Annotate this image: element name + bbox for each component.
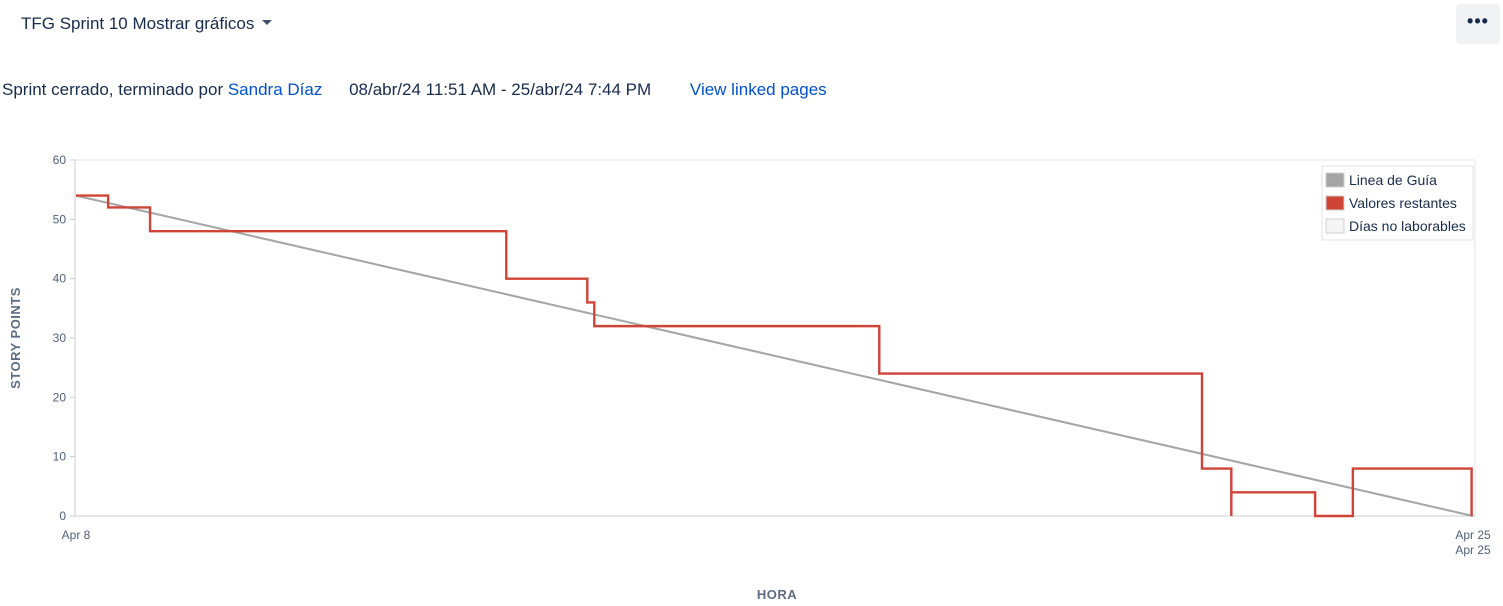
chevron-down-icon[interactable] (262, 19, 273, 25)
burndown-chart: 0 10 20 30 40 50 60 Apr 8 Apr 25 Apr 25 HORA S… (8, 153, 1491, 602)
y-tick-label: 10 (53, 450, 67, 464)
legend-label-remaining: Valores restantes (1349, 195, 1457, 211)
y-tick-label: 50 (53, 212, 67, 226)
x-tick-label-end: Apr 25 (1455, 528, 1491, 542)
plot-area (74, 159, 1476, 517)
legend-swatch-non-working (1325, 218, 1345, 234)
sprint-info: Sprint cerrado, terminado por Sandra Día… (2, 80, 827, 100)
legend-label-non-working: Días no laborables (1349, 218, 1466, 234)
y-axis-ticks: 0 10 20 30 40 50 60 (53, 153, 75, 523)
x-tick-sublabel-end: Apr 25 (1455, 543, 1491, 557)
y-tick-label: 0 (59, 509, 66, 523)
sprint-date-range: 08/abr/24 11:51 AM - 25/abr/24 7:44 PM (349, 80, 652, 99)
board-selector[interactable]: TFG Sprint 10 Mostrar gráficos (21, 14, 273, 34)
y-axis-title: STORY POINTS (8, 287, 23, 389)
y-tick-label: 30 (53, 331, 67, 345)
view-linked-pages-link[interactable]: View linked pages (690, 80, 827, 99)
legend-swatch-guideline (1325, 172, 1345, 188)
finished-by-link[interactable]: Sandra Díaz (228, 80, 323, 99)
more-actions-button[interactable]: ••• (1456, 4, 1500, 44)
y-tick-label: 60 (53, 153, 67, 167)
board-title[interactable]: TFG Sprint 10 Mostrar gráficos (21, 14, 254, 34)
legend: Linea de Guía Valores restantes Días no … (1321, 165, 1474, 241)
y-tick-label: 40 (53, 272, 67, 286)
y-tick-label: 20 (53, 390, 67, 404)
x-tick-label-start: Apr 8 (62, 528, 91, 542)
legend-swatch-remaining (1325, 195, 1345, 211)
series-layer (75, 194, 1474, 518)
sprint-status-text: Sprint cerrado, terminado por (2, 80, 224, 99)
legend-label-guideline: Linea de Guía (1349, 172, 1437, 188)
x-axis-title: HORA (757, 587, 797, 602)
guideline-series-line (75, 194, 1474, 517)
more-horizontal-icon: ••• (1467, 11, 1489, 31)
